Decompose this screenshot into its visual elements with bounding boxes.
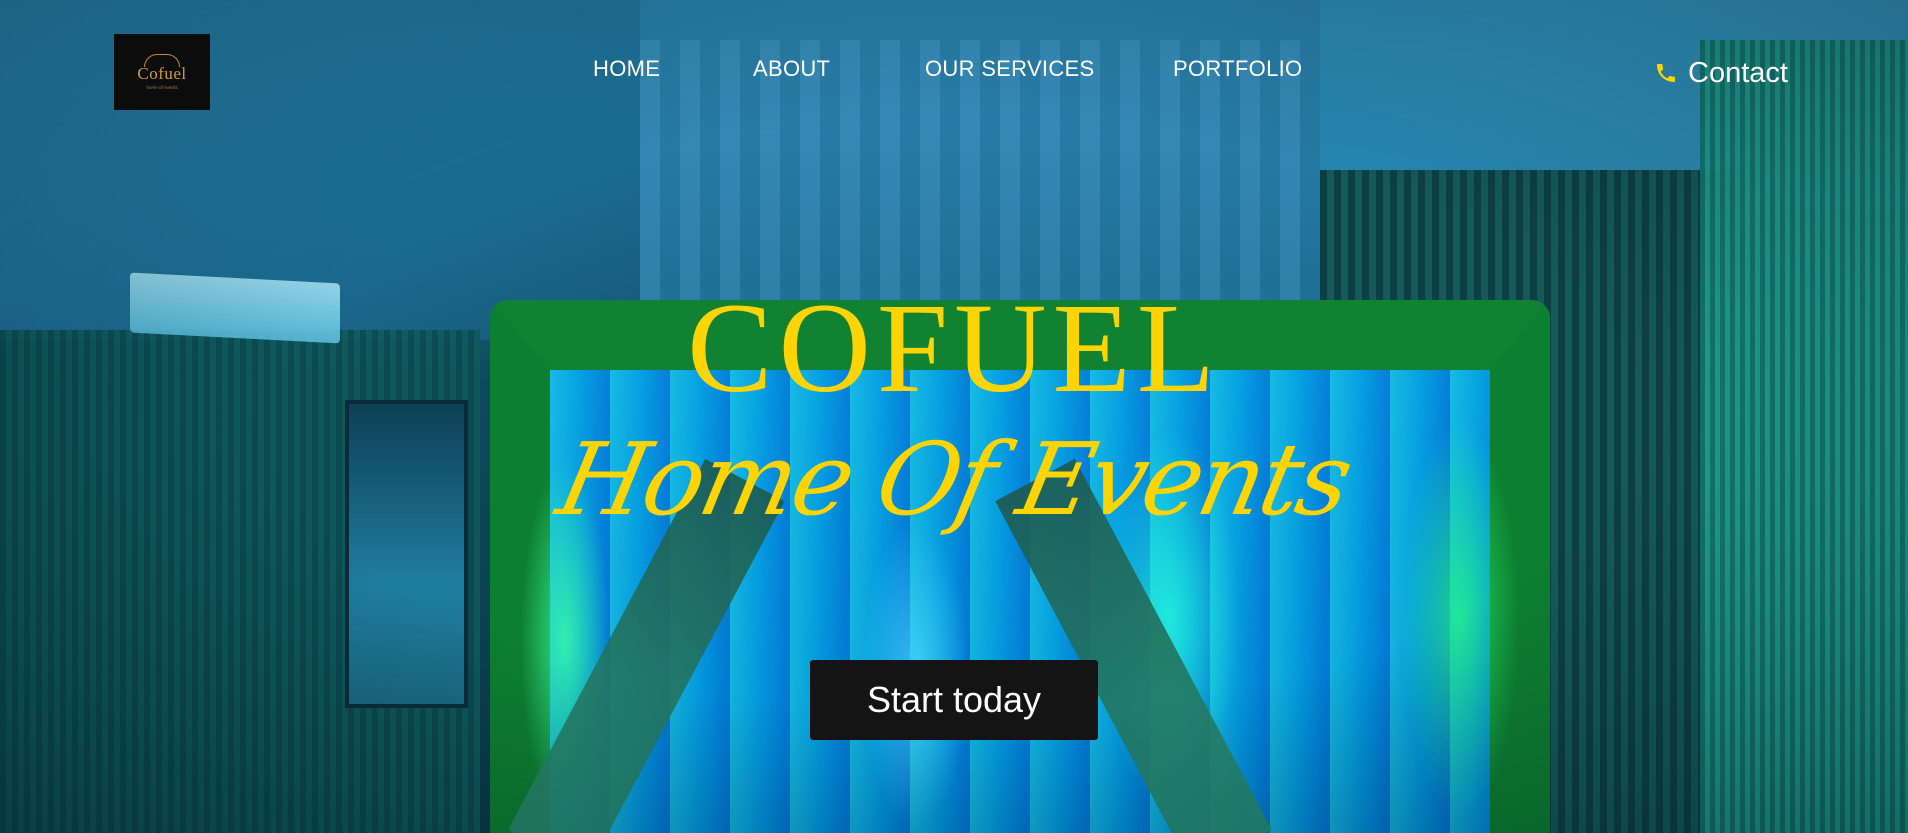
contact-label: Contact: [1688, 56, 1788, 89]
hero-title: COFUEL: [687, 277, 1221, 419]
hero-subtitle: Home Of Events: [548, 421, 1360, 538]
nav-item-our-services[interactable]: OUR SERVICES: [925, 56, 1094, 82]
hero-section: Cofuel home of events HOME ABOUT OUR SER…: [0, 0, 1908, 833]
contact-link[interactable]: Contact: [1654, 56, 1788, 90]
main-nav: HOME ABOUT OUR SERVICES PORTFOLIO: [0, 56, 1908, 86]
start-today-button[interactable]: Start today: [810, 660, 1098, 740]
phone-icon: [1657, 64, 1675, 82]
nav-item-home[interactable]: HOME: [593, 56, 660, 82]
nav-item-about[interactable]: ABOUT: [753, 56, 830, 82]
nav-item-portfolio[interactable]: PORTFOLIO: [1173, 56, 1302, 82]
